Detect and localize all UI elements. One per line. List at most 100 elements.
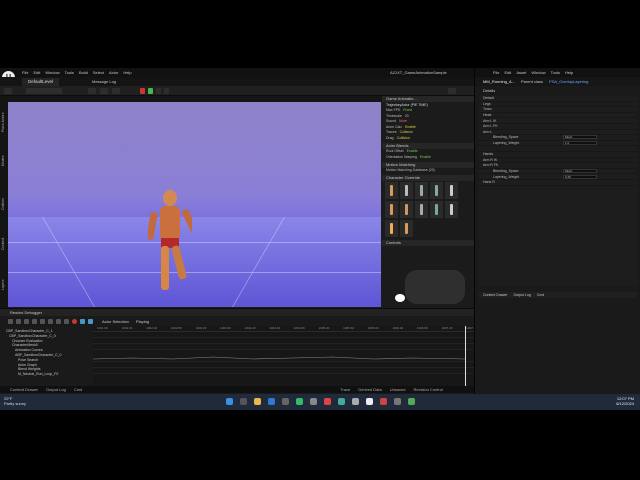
edge-icon[interactable] xyxy=(268,398,275,405)
eject-button[interactable] xyxy=(164,88,169,94)
message-log-button[interactable]: Message Log xyxy=(92,79,116,84)
cinematics-icon[interactable] xyxy=(112,88,120,94)
menu-tools[interactable]: Tools xyxy=(551,70,560,75)
side-tab-modes[interactable]: Modes xyxy=(1,146,7,166)
step-back-icon[interactable] xyxy=(24,318,29,324)
cmd-input[interactable]: Cmd xyxy=(74,387,82,392)
menu-actor[interactable]: Actor xyxy=(109,70,118,75)
record-icon[interactable] xyxy=(72,318,77,324)
settings-icon[interactable] xyxy=(448,88,456,94)
menu-help[interactable]: Help xyxy=(565,70,573,75)
menu-file[interactable]: File xyxy=(22,70,28,75)
stop-button[interactable] xyxy=(140,88,145,94)
menu-build[interactable]: Build xyxy=(79,70,88,75)
cmd-input[interactable]: Cmd xyxy=(537,293,544,297)
file-explorer-icon[interactable] xyxy=(254,398,261,405)
play-back-icon[interactable] xyxy=(32,318,37,324)
menu-select[interactable]: Select xyxy=(93,70,104,75)
details-row[interactable]: Hand R xyxy=(479,180,637,186)
side-tab-place-actors[interactable]: Place Actors xyxy=(1,102,7,132)
play-button[interactable] xyxy=(148,88,153,94)
skip-back-icon[interactable] xyxy=(16,318,21,324)
side-tab-outliner[interactable]: Outliner xyxy=(1,186,7,210)
character-thumb[interactable] xyxy=(445,182,458,199)
blending-space-value[interactable]: Mesh xyxy=(563,169,597,174)
save-icon[interactable] xyxy=(4,88,12,94)
revision-control-button[interactable]: Revision Control xyxy=(413,387,442,392)
drag-row[interactable]: Drag Collision xyxy=(382,135,474,141)
character-thumb[interactable] xyxy=(430,201,443,218)
character-thumb[interactable] xyxy=(400,220,413,237)
menu-edit[interactable]: Edit xyxy=(33,70,40,75)
app-icon[interactable] xyxy=(352,398,359,405)
timeline-area[interactable]: 1001.60 1002.00 1002.40 1002.80 1003.20 1003… xyxy=(92,326,481,392)
side-tab-layers[interactable]: Layers xyxy=(1,268,7,290)
unreal-taskbar-icon[interactable] xyxy=(366,398,373,405)
selection-mode-dropdown[interactable]: Selection Mode xyxy=(26,88,62,102)
mannequin-character[interactable] xyxy=(148,186,192,300)
menu-file[interactable]: File xyxy=(493,70,499,75)
character-thumb[interactable] xyxy=(430,182,443,199)
character-thumb[interactable] xyxy=(385,220,398,237)
layering-weight-value[interactable]: 1.0 xyxy=(563,141,597,146)
app-icon[interactable] xyxy=(408,398,415,405)
asset-tab[interactable]: MM_Running_A... xyxy=(483,79,515,84)
pin-icon[interactable] xyxy=(88,318,93,324)
play-icon[interactable] xyxy=(48,318,53,324)
skip-forward-icon[interactable] xyxy=(64,318,69,324)
orientation-warping-row[interactable]: Orientation Warping Enable xyxy=(382,154,474,160)
output-log-button[interactable]: Output Log xyxy=(46,387,66,392)
system-clock[interactable]: 12:07 PM 6/12/2024 xyxy=(616,396,634,406)
character-thumb[interactable] xyxy=(385,182,398,199)
app-icon[interactable] xyxy=(338,398,345,405)
app-icon[interactable] xyxy=(324,398,331,405)
character-thumb[interactable] xyxy=(400,182,413,199)
playhead-marker[interactable] xyxy=(465,326,466,392)
search-icon[interactable] xyxy=(240,398,247,405)
mm-database-row[interactable]: Motion Matching Database (20) xyxy=(382,168,474,174)
content-drawer-button[interactable]: Content Drawer xyxy=(10,387,38,392)
app-icon[interactable] xyxy=(296,398,303,405)
controls-header[interactable]: Controls xyxy=(382,240,474,246)
tree-row[interactable]: M_Neutral_Run_Loop_F0 xyxy=(6,372,90,377)
character-thumb[interactable] xyxy=(415,182,428,199)
camera-icon[interactable] xyxy=(80,318,85,324)
actor-selection-dropdown[interactable]: Actor Selection xyxy=(102,319,129,324)
weather-widget[interactable]: 29°F Partly sunny xyxy=(4,396,26,406)
output-log-button[interactable]: Output Log xyxy=(514,293,531,297)
playing-dropdown[interactable]: Playing xyxy=(136,319,149,324)
app-icon[interactable] xyxy=(380,398,387,405)
rewind-title[interactable]: Rewind Debugger xyxy=(0,309,484,316)
app-icon[interactable] xyxy=(310,398,317,405)
menu-window[interactable]: Window xyxy=(531,70,545,75)
add-actor-icon[interactable] xyxy=(88,88,96,94)
derived-data-button[interactable]: Derived Data xyxy=(358,387,381,392)
blueprint-icon[interactable] xyxy=(100,88,108,94)
menu-edit[interactable]: Edit xyxy=(504,70,511,75)
character-thumb[interactable] xyxy=(400,201,413,218)
menu-window[interactable]: Window xyxy=(45,70,59,75)
details-tab[interactable]: Details xyxy=(475,86,640,95)
side-tab-content[interactable]: Content xyxy=(1,226,7,250)
menu-tools[interactable]: Tools xyxy=(65,70,74,75)
character-thumb[interactable] xyxy=(385,201,398,218)
character-thumb[interactable] xyxy=(445,201,458,218)
menu-asset[interactable]: Asset xyxy=(516,70,526,75)
character-thumb[interactable] xyxy=(415,201,428,218)
trace-button[interactable]: Trace xyxy=(340,387,350,392)
unsaved-button[interactable]: Unsaved xyxy=(390,387,406,392)
parent-class-link[interactable]: PSA_OverlayLayering xyxy=(549,79,588,84)
layering-weight-value[interactable]: 0.25 xyxy=(563,174,597,179)
pause-icon[interactable] xyxy=(40,318,45,324)
menu-help[interactable]: Help xyxy=(123,70,131,75)
app-icon[interactable] xyxy=(394,398,401,405)
tab-default-level[interactable]: DefaultLevel xyxy=(22,78,60,86)
content-drawer-button[interactable]: Content Drawer xyxy=(483,293,508,297)
blending-space-value[interactable]: Mesh xyxy=(563,135,597,140)
start-icon[interactable] xyxy=(226,398,233,405)
step-forward-icon[interactable] xyxy=(56,318,61,324)
menu-icon[interactable] xyxy=(8,318,13,324)
pause-button[interactable] xyxy=(156,88,161,94)
store-icon[interactable] xyxy=(282,398,289,405)
level-viewport[interactable] xyxy=(8,102,381,307)
